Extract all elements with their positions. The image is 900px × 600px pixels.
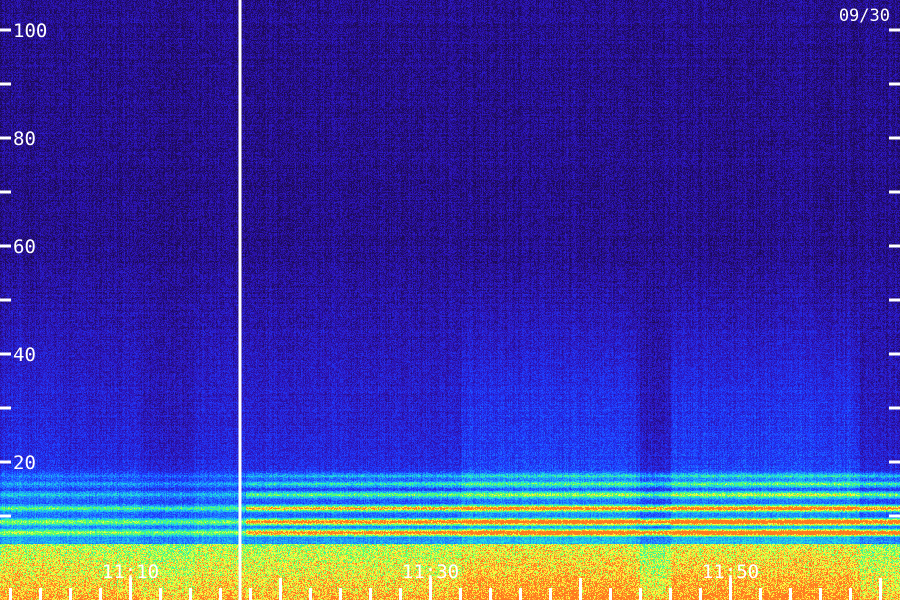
x-tick-label: 11:50	[702, 561, 759, 583]
x-tick-label: 11:30	[402, 561, 459, 583]
y-tick-label: 20	[13, 452, 36, 474]
y-tick-label: 40	[13, 344, 36, 366]
spectrogram-chart: 20 40 60 80 100 11:10 11:30 11:50 09/30	[0, 0, 900, 600]
y-tick-label: 100	[13, 20, 47, 42]
x-tick-label: 11:10	[102, 561, 159, 583]
chart-overlay: 20 40 60 80 100 11:10 11:30 11:50	[0, 0, 900, 600]
y-tick-label: 80	[13, 128, 36, 150]
date-label: 09/30	[838, 6, 890, 26]
y-tick-label: 60	[13, 236, 36, 258]
